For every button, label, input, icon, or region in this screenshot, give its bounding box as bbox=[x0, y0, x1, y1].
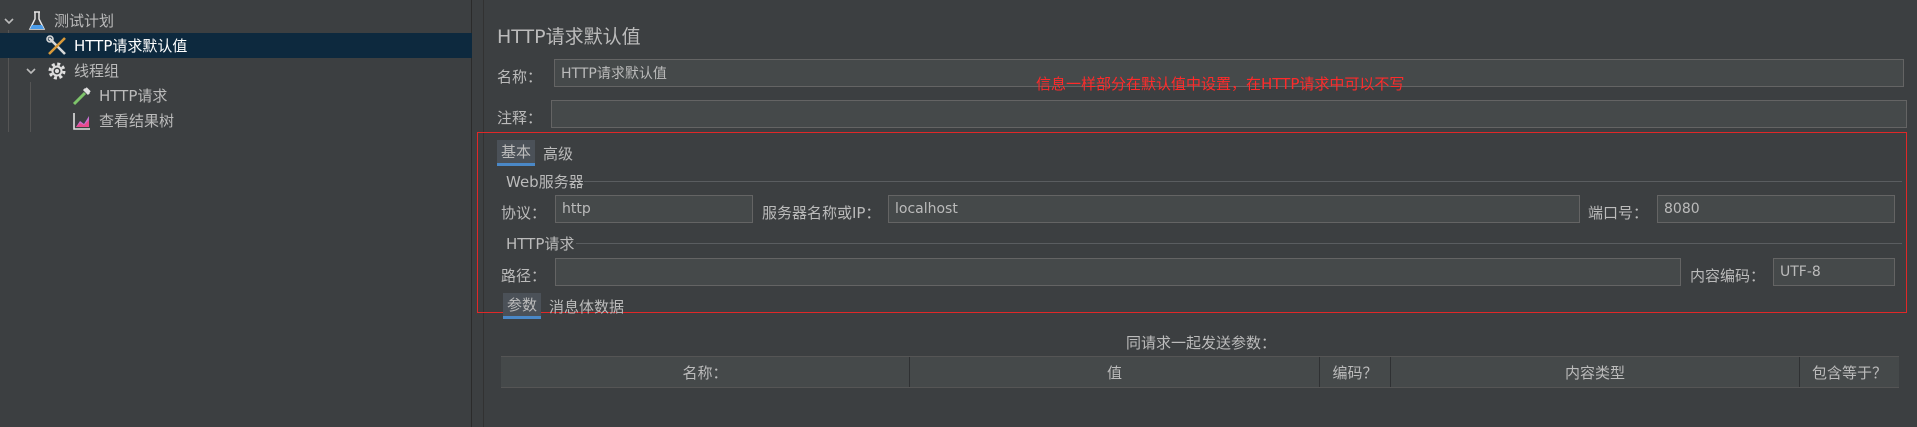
panel-splitter[interactable] bbox=[472, 0, 484, 427]
server-field[interactable]: localhost bbox=[888, 195, 1580, 223]
server-label: 服务器名称或IP： bbox=[762, 204, 881, 222]
tab-advanced[interactable]: 高级 bbox=[539, 140, 577, 166]
protocol-label: 协议： bbox=[501, 204, 547, 222]
gear-icon bbox=[46, 60, 68, 82]
http-request-section-title: HTTP请求 bbox=[506, 235, 575, 253]
tree-item-label: HTTP请求默认值 bbox=[74, 37, 188, 55]
port-label: 端口号： bbox=[1588, 204, 1649, 222]
tree-item-label: 线程组 bbox=[74, 62, 120, 80]
column-header-include-equals[interactable]: 包含等于？ bbox=[1800, 357, 1899, 387]
pipette-icon bbox=[71, 85, 93, 107]
params-table-header: 名称： 值 编码？ 内容类型 包含等于？ bbox=[501, 356, 1899, 388]
comment-field[interactable] bbox=[551, 100, 1907, 128]
tree-item-label: 测试计划 bbox=[54, 12, 115, 30]
test-plan-tree: 测试计划 HTTP请求默认值 线程组 HTTP请求 查看结果树 bbox=[0, 0, 472, 427]
wrench-icon bbox=[46, 34, 68, 57]
tree-item-http-request[interactable]: HTTP请求 bbox=[0, 83, 472, 108]
tree-item-results-tree[interactable]: 查看结果树 bbox=[0, 108, 472, 133]
name-label: 名称： bbox=[497, 68, 543, 86]
tree-item-label: 查看结果树 bbox=[99, 112, 175, 130]
tree-item-thread-group[interactable]: 线程组 bbox=[0, 58, 472, 83]
annotation-note: 信息一样部分在默认值中设置，在HTTP请求中可以不写 bbox=[1036, 75, 1405, 93]
page-title: HTTP请求默认值 bbox=[497, 26, 641, 48]
params-caption: 同请求一起发送参数： bbox=[1126, 334, 1277, 352]
column-header-content-type[interactable]: 内容类型 bbox=[1391, 357, 1800, 387]
path-label: 路径： bbox=[501, 267, 547, 285]
column-header-value[interactable]: 值 bbox=[910, 357, 1320, 387]
protocol-field[interactable]: http bbox=[555, 195, 753, 223]
column-header-name[interactable]: 名称： bbox=[501, 357, 910, 387]
comment-label: 注释： bbox=[497, 109, 543, 127]
tree-item-test-plan[interactable]: 测试计划 bbox=[0, 8, 472, 33]
chevron-down-icon[interactable] bbox=[2, 14, 16, 28]
tab-parameters[interactable]: 参数 bbox=[503, 293, 542, 319]
section-divider bbox=[584, 181, 1902, 182]
tab-basic[interactable]: 基本 bbox=[497, 140, 536, 166]
section-divider bbox=[576, 243, 1902, 244]
web-server-section-title: Web服务器 bbox=[506, 173, 584, 191]
tree-item-label: HTTP请求 bbox=[99, 87, 168, 105]
tree-item-http-defaults[interactable]: HTTP请求默认值 bbox=[0, 33, 472, 58]
path-field[interactable] bbox=[555, 258, 1681, 286]
flask-icon bbox=[26, 10, 48, 32]
tab-body-data[interactable]: 消息体数据 bbox=[545, 293, 628, 319]
chart-icon bbox=[71, 110, 93, 132]
port-field[interactable]: 8080 bbox=[1657, 195, 1895, 223]
encoding-field[interactable]: UTF-8 bbox=[1773, 258, 1895, 286]
encoding-label: 内容编码： bbox=[1690, 267, 1766, 285]
column-header-encode[interactable]: 编码？ bbox=[1320, 357, 1391, 387]
chevron-down-icon[interactable] bbox=[24, 64, 38, 78]
